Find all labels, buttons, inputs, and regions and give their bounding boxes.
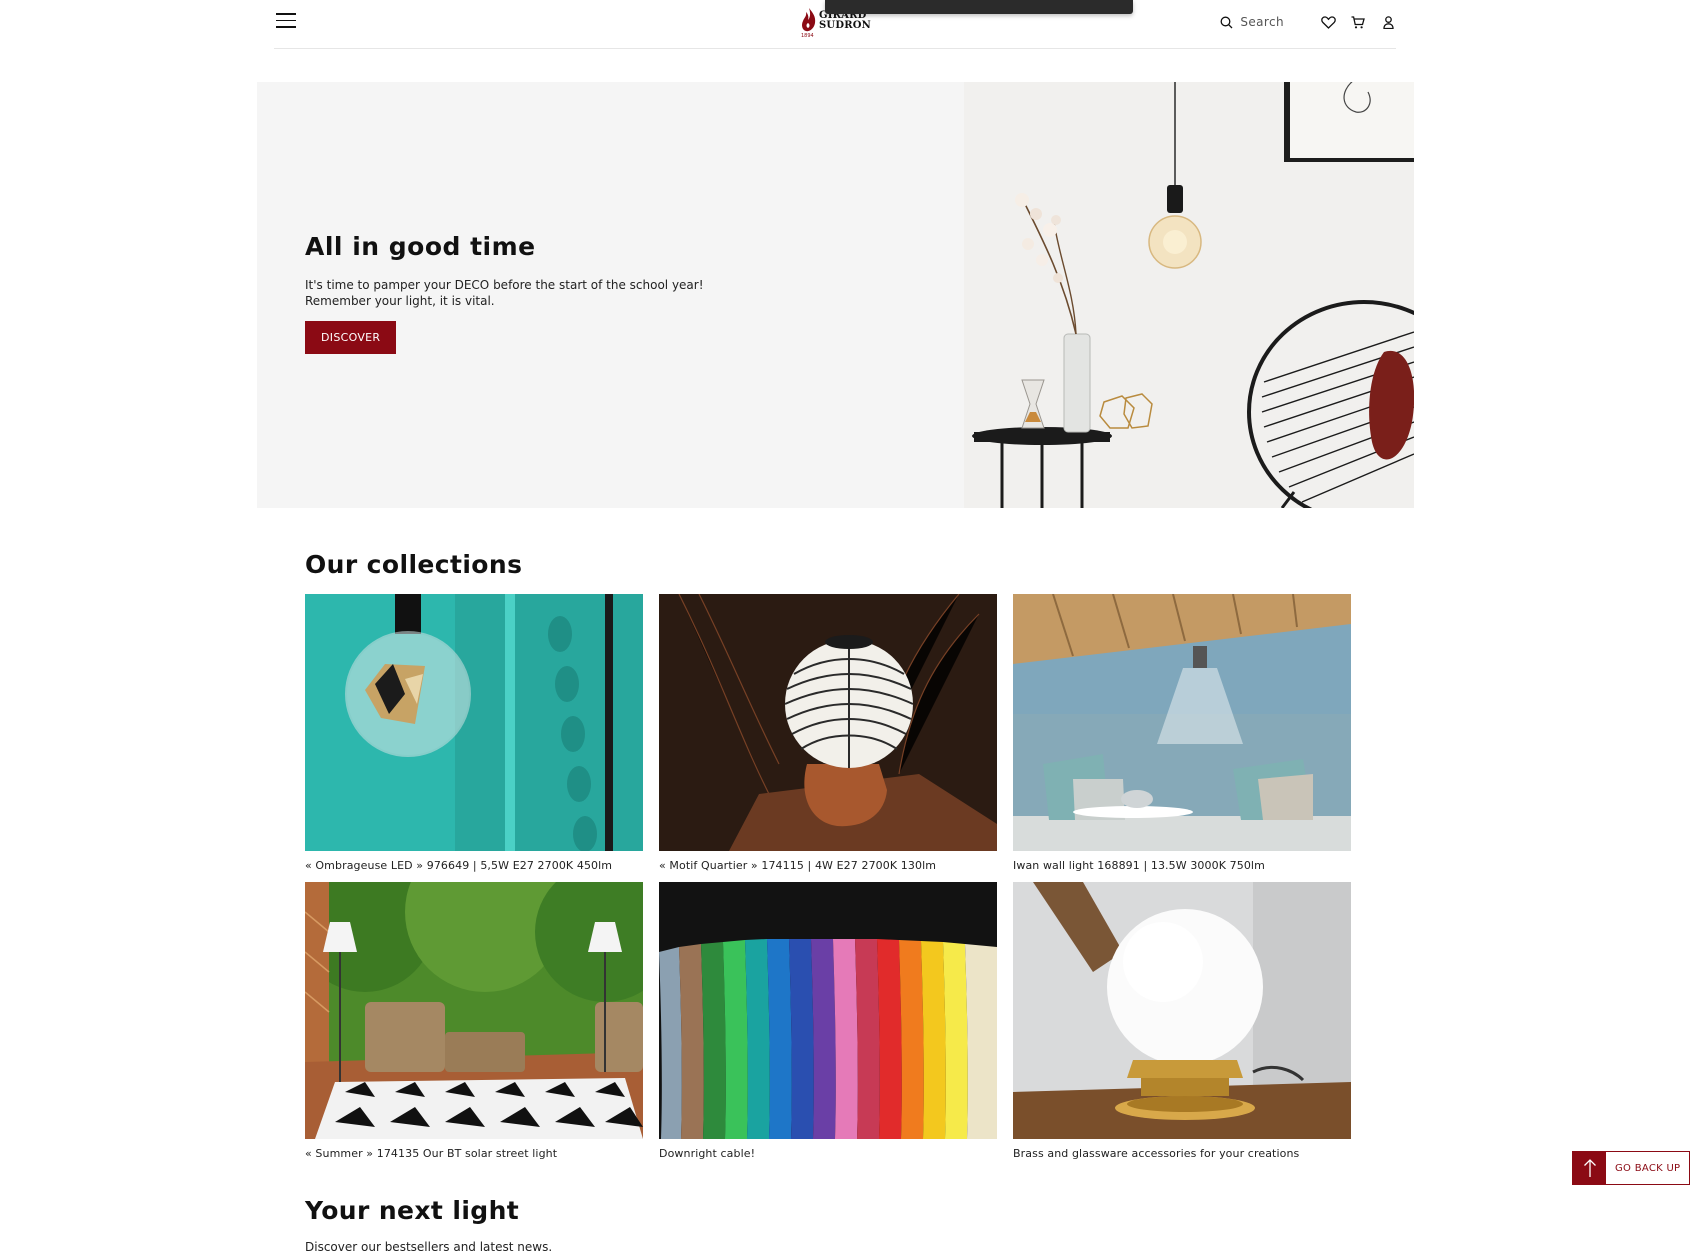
collection-card-iwan[interactable]: Iwan wall light 168891 | 13.5W 3000K 750… [1013,594,1351,872]
next-light-subtitle: Discover our bestsellers and latest news… [305,1240,553,1254]
collections-title: Our collections [305,550,523,579]
menu-icon[interactable] [276,13,296,29]
flame-logo-icon [802,8,816,32]
wishlist-button[interactable] [1320,14,1336,30]
search-button[interactable]: Search [1220,15,1284,29]
collection-card-ombrageuse[interactable]: « Ombrageuse LED » 976649 | 5,5W E27 270… [305,594,643,872]
heart-icon [1320,15,1336,29]
brand-line2: SUDRON [819,20,871,31]
back-to-top-label: GO BACK UP [1615,1162,1681,1174]
next-light-title: Your next light [305,1196,520,1225]
hero-description: It's time to pamper your DECO before the… [305,278,704,308]
header-actions: Search [1220,11,1396,33]
notification-bar [825,0,1133,14]
hero-image [964,82,1414,508]
collection-image [305,594,643,851]
hero-content: All in good time It's time to pamper you… [305,232,865,354]
collection-card-motif-quartier[interactable]: « Motif Quartier » 174115 | 4W E27 2700K… [659,594,997,872]
brand-name: GIRARD SUDRON [819,11,871,31]
collection-card-summer[interactable]: « Summer » 174135 Our BT solar street li… [305,882,643,1160]
collection-caption: Iwan wall light 168891 | 13.5W 3000K 750… [1013,859,1265,872]
collection-card-brass-glassware[interactable]: Brass and glassware accessories for your… [1013,882,1351,1160]
cart-icon [1351,15,1365,28]
collection-image [659,594,997,851]
collection-caption: Brass and glassware accessories for your… [1013,1147,1300,1160]
hero-title: All in good time [305,232,536,261]
collection-image [1013,594,1351,851]
collection-image [659,882,997,1139]
collection-card-cable[interactable]: Downright cable! [659,882,997,1160]
collection-image [305,882,643,1139]
account-button[interactable] [1380,14,1396,30]
collection-caption: « Ombrageuse LED » 976649 | 5,5W E27 270… [305,859,613,872]
cart-button[interactable] [1350,14,1366,30]
user-icon [1382,15,1394,29]
collection-caption: « Summer » 174135 Our BT solar street li… [305,1147,558,1160]
search-label: Search [1240,15,1284,29]
collection-caption: Downright cable! [659,1147,756,1160]
collection-caption: « Motif Quartier » 174115 | 4W E27 2700K… [659,859,937,872]
brand-year: 1894 [801,33,814,39]
hero-banner: All in good time It's time to pamper you… [257,82,1414,508]
back-to-top-button[interactable]: GO BACK UP [1572,1151,1691,1185]
discover-button[interactable]: DISCOVER [305,321,397,354]
interior-scene-illustration [964,82,1414,508]
search-icon [1220,16,1233,28]
collection-image [1013,882,1351,1139]
arrow-up-icon [1573,1152,1606,1184]
